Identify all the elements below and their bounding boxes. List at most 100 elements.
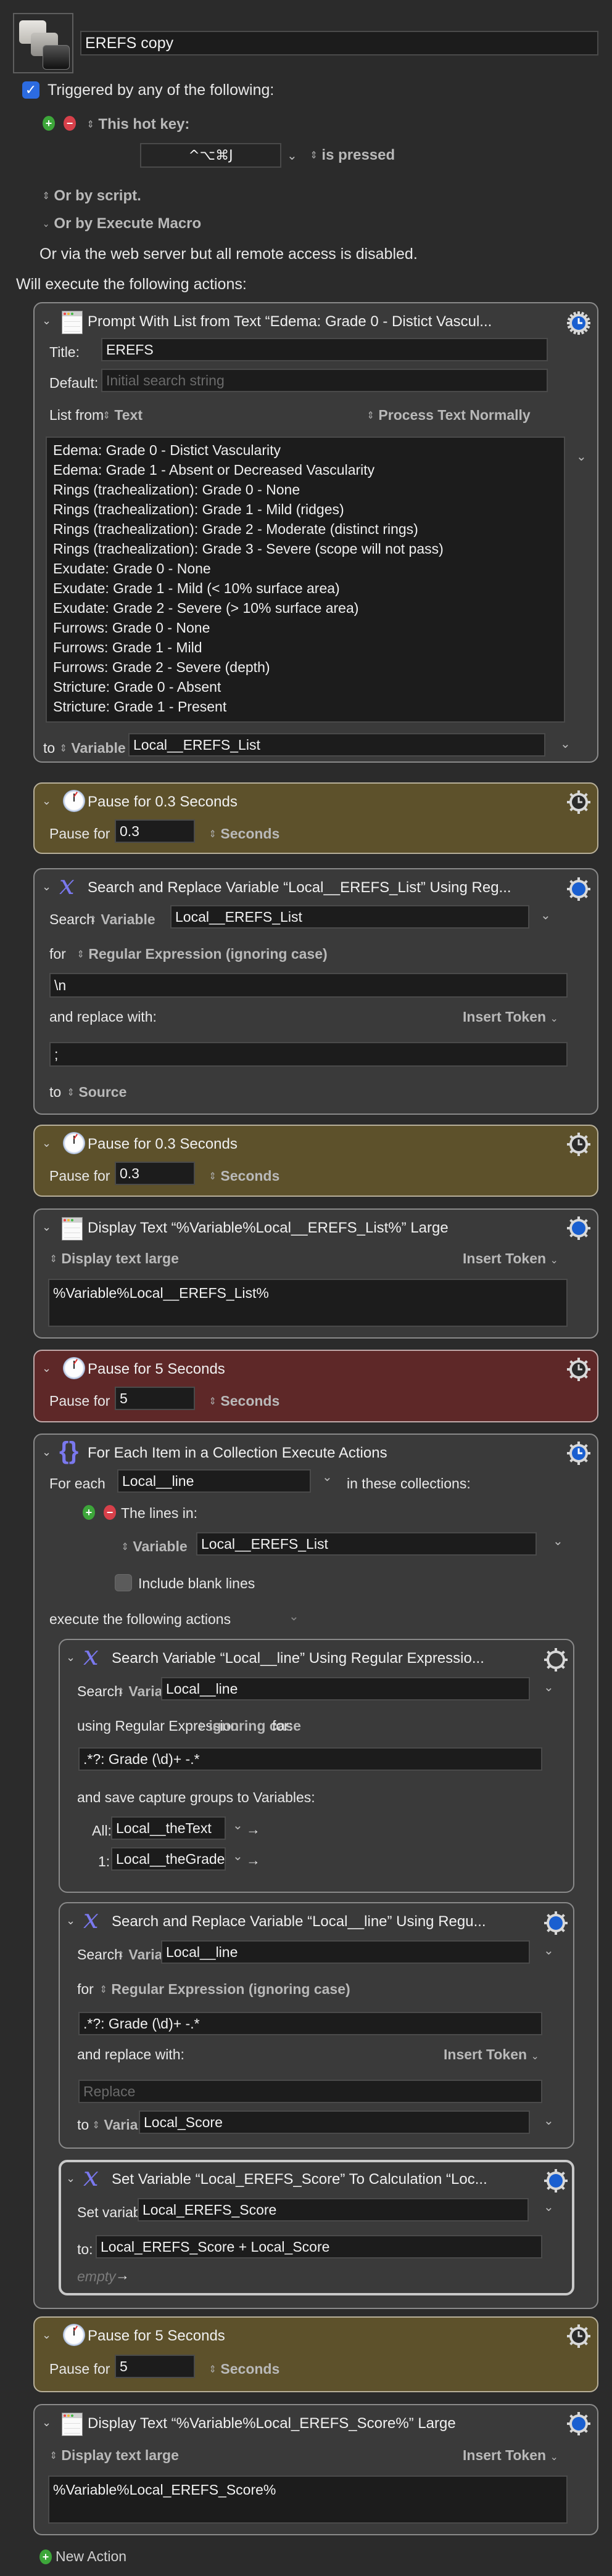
triggers-enabled-checkbox[interactable]: ✓ xyxy=(22,81,39,99)
collection-variable-field[interactable]: Local__EREFS_List xyxy=(196,1532,537,1556)
destination-popup[interactable]: ⇕ Source xyxy=(67,1084,127,1101)
display-mode-popup[interactable]: ⇕ Display text large xyxy=(49,2447,179,2464)
action-search-replace-line[interactable]: ⌄ x Search and Replace Variable “Local__… xyxy=(59,1902,574,2149)
include-blank-lines-checkbox[interactable] xyxy=(115,1574,132,1591)
gear-icon[interactable] xyxy=(544,1647,568,1672)
to-variable-field[interactable]: Local_Score xyxy=(139,2110,530,2134)
add-trigger-button[interactable]: + xyxy=(43,116,55,131)
gear-icon[interactable] xyxy=(566,1357,591,1382)
capture-group1-field[interactable]: Local__theGrade xyxy=(111,1847,226,1871)
disclosure-chevron-icon[interactable]: ⌄ xyxy=(42,1221,51,1234)
macro-icon-well[interactable] xyxy=(13,13,73,73)
remove-trigger-button[interactable]: − xyxy=(64,116,76,131)
disclosure-chevron-icon[interactable]: ⌄ xyxy=(66,2172,75,2185)
replacement-field[interactable]: Replace xyxy=(78,2080,542,2103)
action-pause-5-red[interactable]: ⌄ Pause for 5 Seconds Pause for 5 ⇕ Secon… xyxy=(33,1350,598,1422)
variable-dropdown-chevron[interactable]: ⌄ xyxy=(540,908,551,923)
action-prompt-with-list[interactable]: ⌄ Prompt With List from Text “Edema: Gra… xyxy=(33,302,598,763)
insert-token-menu[interactable]: Insert Token ⌄ xyxy=(463,2447,558,2464)
disclosure-chevron-icon[interactable]: ⌄ xyxy=(42,795,51,808)
search-variable-field[interactable]: Local__line xyxy=(161,1940,530,1964)
to-variable-field[interactable]: Local__EREFS_List xyxy=(128,733,545,757)
action-display-text-score[interactable]: ⌄ Display Text “%Variable%Local_EREFS_Sc… xyxy=(33,2404,598,2535)
gear-icon[interactable] xyxy=(566,2324,591,2348)
set-variable-field[interactable]: Local_EREFS_Score xyxy=(138,2198,529,2221)
remove-collection-button[interactable]: − xyxy=(104,1505,116,1520)
action-pause-5[interactable]: ⌄ Pause for 5 Seconds Pause for 5 ⇕ Secon… xyxy=(33,2316,598,2392)
variable-dropdown-chevron[interactable]: ⌄ xyxy=(233,1818,243,1833)
regex-pattern-field[interactable]: .*?: Grade (\d)+ -.* xyxy=(78,2012,542,2035)
disclosure-chevron-icon[interactable]: ⌄ xyxy=(42,1137,51,1150)
action-search-variable[interactable]: ⌄ x Search Variable “Local__line” Using … xyxy=(59,1639,574,1893)
match-mode-popup[interactable]: ⇕ Regular Expression (ignoring case) xyxy=(76,946,328,962)
capture-all-field[interactable]: Local__theText xyxy=(111,1816,226,1840)
disclosure-chevron-icon[interactable]: ⌄ xyxy=(66,1651,75,1664)
search-variable-field[interactable]: Local__EREFS_List xyxy=(170,905,529,929)
insert-token-menu[interactable]: Insert Token ⌄ xyxy=(463,1009,558,1025)
gear-icon[interactable] xyxy=(544,2168,568,2193)
pause-duration-field[interactable]: 5 xyxy=(115,2355,195,2378)
pause-unit-popup[interactable]: ⇕ Seconds xyxy=(209,1168,280,1184)
list-from-popup[interactable]: ⇕ Text xyxy=(102,407,143,424)
variable-dropdown-chevron[interactable]: ⌄ xyxy=(322,1469,333,1485)
pause-unit-popup[interactable]: ⇕ Seconds xyxy=(209,2361,280,2377)
pause-duration-field[interactable]: 0.3 xyxy=(115,819,195,843)
arrow-right-icon[interactable]: → xyxy=(246,1852,260,1869)
arrow-right-icon[interactable]: → xyxy=(246,1821,260,1838)
pause-unit-popup[interactable]: ⇕ Seconds xyxy=(209,826,280,842)
gear-icon[interactable] xyxy=(566,877,591,901)
gear-icon[interactable] xyxy=(566,2411,591,2436)
loop-variable-field[interactable]: Local__line xyxy=(117,1469,311,1493)
gear-icon[interactable] xyxy=(566,1216,591,1241)
variable-dropdown-chevron[interactable]: ⌄ xyxy=(544,1943,554,1958)
prompt-title-field[interactable]: EREFS xyxy=(101,338,548,361)
variable-dropdown-chevron[interactable]: ⌄ xyxy=(553,1533,563,1549)
variable-dropdown-chevron[interactable]: ⌄ xyxy=(544,2113,554,2128)
gear-icon[interactable] xyxy=(566,1441,591,1466)
gear-icon[interactable] xyxy=(566,311,591,335)
arrow-right-icon[interactable]: → xyxy=(115,2267,130,2284)
execute-menu-chevron[interactable]: ⌄ xyxy=(289,1609,299,1624)
trigger-type-popup[interactable]: ⇕ This hot key: xyxy=(86,116,190,133)
action-set-variable-calculation[interactable]: ⌄ x Set Variable “Local_EREFS_Score” To … xyxy=(59,2160,574,2295)
disclosure-chevron-icon[interactable]: ⌄ xyxy=(42,2329,51,2342)
pause-duration-field[interactable]: 0.3 xyxy=(115,1162,195,1185)
default-field[interactable]: Initial search string xyxy=(101,369,548,392)
gear-icon[interactable] xyxy=(566,1132,591,1157)
action-display-text-list[interactable]: ⌄ Display Text “%Variable%Local__EREFS_L… xyxy=(33,1208,598,1339)
add-collection-button[interactable]: + xyxy=(83,1505,95,1520)
new-action-button[interactable]: + New Action xyxy=(39,2548,126,2565)
macro-name-field[interactable]: EREFS copy xyxy=(80,31,598,55)
display-mode-popup[interactable]: ⇕ Display text large xyxy=(49,1250,179,1267)
hotkey-field[interactable]: ^⌥⌘J xyxy=(140,143,281,168)
disclosure-chevron-icon[interactable]: ⌄ xyxy=(42,314,51,327)
hotkey-dropdown-chevron[interactable]: ⌄ xyxy=(287,148,297,163)
or-by-script-popup[interactable]: ⇕ Or by script. xyxy=(42,187,141,205)
pause-unit-popup[interactable]: ⇕ Seconds xyxy=(209,1393,280,1409)
action-pause-0-3[interactable]: ⌄ Pause for 0.3 Seconds Pause for 0.3 ⇕ S… xyxy=(33,1125,598,1197)
or-by-execute-macro-disclosure[interactable]: ⌄ Or by Execute Macro xyxy=(42,215,202,232)
list-text-area[interactable]: Edema: Grade 0 - Distict Vascularity Ede… xyxy=(46,437,565,723)
hotkey-condition-popup[interactable]: ⇕ is pressed xyxy=(310,147,395,164)
collection-type-popup[interactable]: ⇕ Variable xyxy=(121,1538,188,1555)
variable-dropdown-chevron[interactable]: ⌄ xyxy=(544,1680,554,1695)
action-pause-0-3[interactable]: ⌄ Pause for 0.3 Seconds Pause for 0.3 ⇕ S… xyxy=(33,782,598,854)
to-type-popup[interactable]: ⇕ Variable xyxy=(59,740,126,757)
search-pattern-field[interactable]: \n xyxy=(49,973,568,998)
disclosure-chevron-icon[interactable]: ⌄ xyxy=(42,1446,51,1459)
gear-icon[interactable] xyxy=(544,1911,568,1935)
action-search-replace-list[interactable]: ⌄ x Search and Replace Variable “Local__… xyxy=(33,868,598,1115)
search-type-popup[interactable]: ⇕ Variable xyxy=(89,911,155,928)
variable-dropdown-chevron[interactable]: ⌄ xyxy=(560,736,571,752)
regex-pattern-field[interactable]: .*?: Grade (\d)+ -.* xyxy=(78,1747,542,1771)
insert-token-menu[interactable]: Insert Token ⌄ xyxy=(463,1250,558,1267)
insert-token-menu[interactable]: Insert Token ⌄ xyxy=(444,2046,539,2063)
disclosure-chevron-icon[interactable]: ⌄ xyxy=(42,1362,51,1375)
action-for-each[interactable]: ⌄ {} For Each Item in a Collection Execu… xyxy=(33,1434,598,2309)
search-variable-field[interactable]: Local__line xyxy=(161,1677,530,1700)
disclosure-chevron-icon[interactable]: ⌄ xyxy=(66,1914,75,1927)
disclosure-chevron-icon[interactable]: ⌄ xyxy=(42,880,51,893)
display-text-area[interactable]: %Variable%Local__EREFS_List% xyxy=(48,1279,568,1327)
token-menu-chevron[interactable]: ⌄ xyxy=(576,449,587,464)
gear-icon[interactable] xyxy=(566,790,591,814)
